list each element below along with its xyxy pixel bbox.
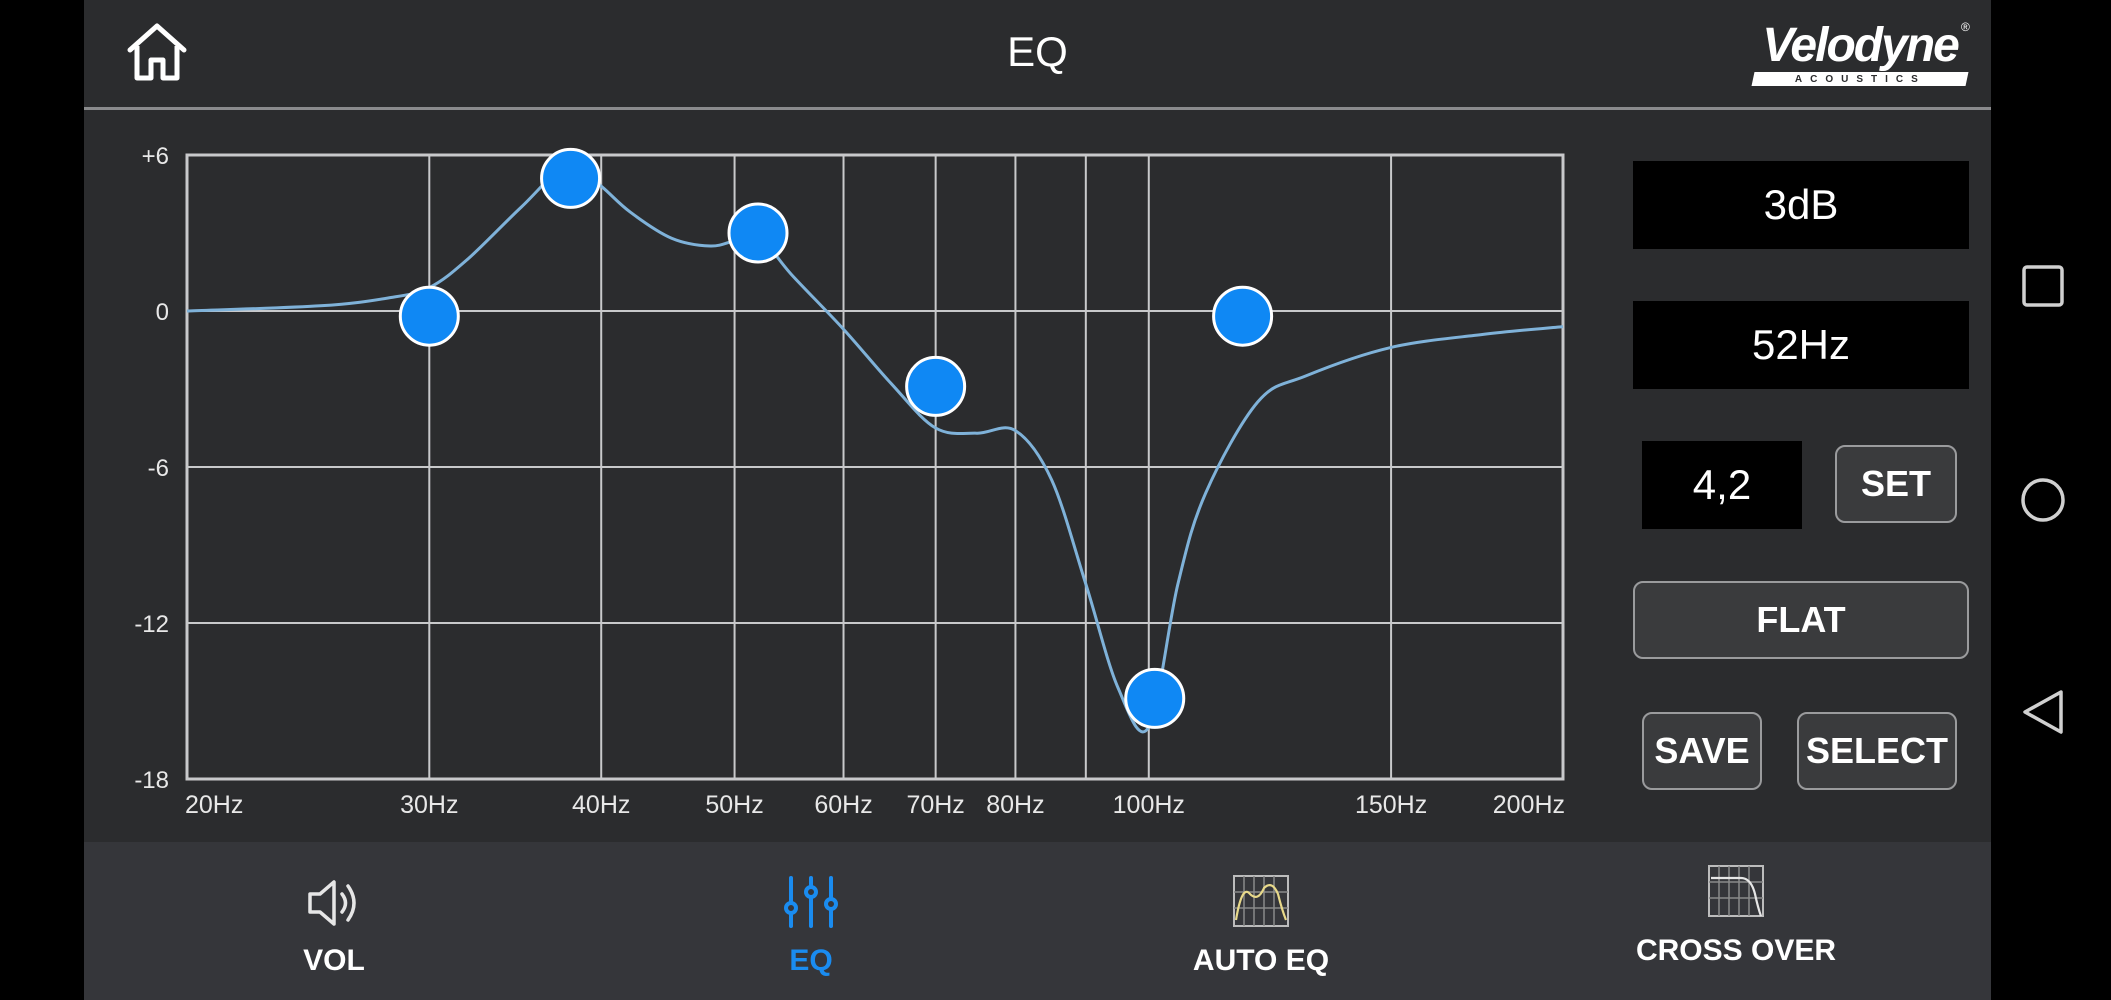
home-circle-icon[interactable] — [2019, 476, 2067, 524]
eq-band-handle-6[interactable] — [1212, 285, 1274, 347]
gain-value: 3dB — [1763, 181, 1839, 228]
y-tick-label: -6 — [148, 455, 169, 482]
registered-mark: ® — [1961, 20, 1970, 34]
x-tick-label: 100Hz — [1113, 791, 1185, 819]
y-tick-label: +6 — [142, 143, 169, 170]
q-value-input[interactable]: 4,2 — [1642, 441, 1802, 529]
select-button[interactable]: SELECT — [1797, 712, 1957, 790]
crossover-graph-icon — [1708, 865, 1764, 917]
brand-subtitle: ACOUSTICS — [1794, 73, 1926, 85]
response-curve-layer — [186, 160, 1564, 734]
x-tick-label: 200Hz — [1493, 791, 1565, 819]
eq-band-handle-3[interactable] — [727, 202, 789, 264]
frequency-display[interactable]: 52Hz — [1633, 301, 1969, 389]
x-tick-label: 60Hz — [814, 791, 872, 819]
q-value: 4,2 — [1692, 461, 1752, 508]
nav-eq-label: EQ — [789, 944, 833, 977]
flat-button[interactable]: FLAT — [1633, 581, 1969, 659]
nav-vol[interactable]: VOL — [234, 842, 434, 1000]
x-axis-ticks: 20Hz 30Hz 40Hz 50Hz 60Hz 70Hz 80Hz 100Hz 150Hz 20… — [185, 791, 1565, 819]
y-axis-ticks: +6 0 -6 -12 -18 — [134, 143, 169, 794]
nav-auto-eq[interactable]: AUTO EQ — [1161, 842, 1361, 1000]
gain-display[interactable]: 3dB — [1633, 161, 1969, 249]
nav-auto-eq-label: AUTO EQ — [1192, 944, 1330, 977]
header: EQ Velodyne ACOUSTICS ® — [84, 0, 1991, 110]
x-tick-label: 30Hz — [400, 791, 458, 819]
x-tick-label: 150Hz — [1355, 791, 1427, 819]
y-tick-label: -18 — [134, 767, 169, 794]
set-button[interactable]: SET — [1835, 445, 1957, 523]
x-tick-label: 50Hz — [705, 791, 763, 819]
eq-chart[interactable]: +6 0 -6 -12 -18 20Hz 30Hz 40Hz 50Hz 60Hz 70Hz 80Hz… — [84, 110, 1684, 842]
speaker-icon — [308, 880, 356, 926]
eq-band-handle-5[interactable] — [1124, 667, 1186, 729]
brand-subtitle-bar: ACOUSTICS — [1751, 72, 1969, 86]
bottom-nav: VOL EQ AUTO EQ CROSS OVER — [84, 842, 1991, 1000]
x-tick-label: 20Hz — [185, 791, 243, 819]
recent-apps-icon[interactable] — [2021, 264, 2065, 308]
eq-response-curve — [186, 160, 1564, 734]
eq-band-handle-2[interactable] — [540, 147, 602, 209]
page-title: EQ — [1007, 28, 1068, 75]
brand-logo: Velodyne ACOUSTICS ® — [1749, 18, 1971, 90]
nav-cross-over[interactable]: CROSS OVER — [1616, 842, 1856, 1000]
y-tick-label: 0 — [156, 299, 169, 326]
frequency-value: 52Hz — [1751, 321, 1851, 368]
back-triangle-icon[interactable] — [2021, 688, 2065, 736]
save-button[interactable]: SAVE — [1642, 712, 1762, 790]
chart-grid — [185, 153, 1565, 781]
system-navigation-bar — [1991, 0, 2111, 1000]
y-tick-label: -12 — [134, 611, 169, 638]
nav-eq[interactable]: EQ — [711, 842, 911, 1000]
x-tick-label: 80Hz — [986, 791, 1044, 819]
nav-vol-label: VOL — [303, 944, 365, 977]
nav-cross-over-label: CROSS OVER — [1635, 934, 1837, 967]
eq-band-handle-4[interactable] — [905, 355, 967, 417]
brand-name: Velodyne — [1762, 19, 1960, 72]
eq-points-layer[interactable] — [398, 147, 1274, 729]
auto-eq-graph-icon — [1233, 875, 1289, 927]
x-tick-label: 40Hz — [572, 791, 630, 819]
x-tick-label: 70Hz — [906, 791, 964, 819]
app-window: EQ Velodyne ACOUSTICS ® +6 0 -6 -12 -18 20Hz… — [84, 0, 1991, 1000]
equalizer-sliders-icon — [784, 876, 838, 928]
eq-band-handle-1[interactable] — [398, 285, 460, 347]
eq-main: +6 0 -6 -12 -18 20Hz 30Hz 40Hz 50Hz 60Hz 70Hz 80Hz… — [84, 110, 1991, 842]
